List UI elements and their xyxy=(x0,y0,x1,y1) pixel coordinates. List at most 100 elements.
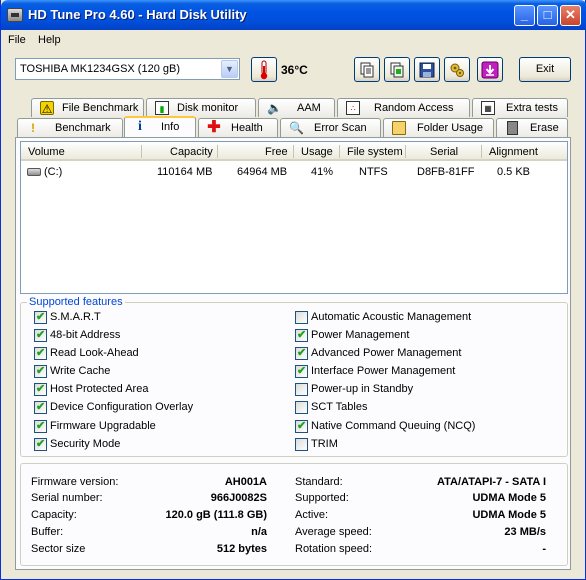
feature-label: Automatic Acoustic Management xyxy=(311,311,472,323)
error-scan-icon: 🔍 xyxy=(289,121,304,135)
feature-label: Advanced Power Management xyxy=(311,347,462,359)
cell-alignment: 0.5 KB xyxy=(497,166,531,178)
menu-bar: File Help xyxy=(1,30,585,50)
tab-aam[interactable]: 🔈 AAM xyxy=(258,98,335,117)
temperature-readout: 36°C xyxy=(281,63,308,77)
feature-label: Power Management xyxy=(311,329,410,341)
tab-disk-monitor[interactable]: ▮ Disk monitor xyxy=(146,98,256,117)
tab-erase[interactable]: Erase xyxy=(496,118,568,137)
detail-value-average-speed: 23 MB/s xyxy=(504,526,546,538)
column-free[interactable]: Free xyxy=(265,146,288,158)
tab-label: Folder Usage xyxy=(417,122,484,134)
info-icon: i xyxy=(138,119,142,134)
detail-label-firmware: Firmware version: xyxy=(31,476,119,488)
detail-label-sector-size: Sector size xyxy=(31,543,86,555)
detail-value-sector-size: 512 bytes xyxy=(216,543,267,555)
title-bar[interactable]: HD Tune Pro 4.60 - Hard Disk Utility _ □… xyxy=(1,0,586,30)
tab-error-scan[interactable]: 🔍 Error Scan xyxy=(280,118,381,137)
random-access-icon: ∴ xyxy=(346,101,360,115)
volume-list-header: Volume Capacity Free Usage File system S… xyxy=(21,142,567,161)
copy-text-icon[interactable] xyxy=(354,57,380,82)
tab-label: File Benchmark xyxy=(62,102,139,114)
tab-label: Error Scan xyxy=(314,122,367,134)
checkbox[interactable] xyxy=(34,419,47,433)
tab-random-access[interactable]: ∴ Random Access xyxy=(337,98,470,117)
checkbox[interactable] xyxy=(295,346,308,360)
checkbox[interactable] xyxy=(34,400,47,414)
cell-serial: D8FB-81FF xyxy=(417,166,475,178)
tab-file-benchmark[interactable]: ⚠ File Benchmark xyxy=(31,98,144,117)
feature-label: Firmware Upgradable xyxy=(50,420,156,432)
app-window: HD Tune Pro 4.60 - Hard Disk Utility _ □… xyxy=(0,0,586,580)
feature-label: Write Cache xyxy=(50,365,111,377)
cell-usage: 41% xyxy=(311,166,334,178)
checkbox[interactable] xyxy=(295,328,308,342)
checkbox[interactable] xyxy=(295,383,308,396)
tab-extra-tests[interactable]: ▦ Extra tests xyxy=(472,98,568,117)
feature-label: Native Command Queuing (NCQ) xyxy=(311,420,476,432)
tab-health[interactable]: ✚ Health xyxy=(198,118,278,137)
column-alignment[interactable]: Alignment xyxy=(489,146,538,158)
checkbox[interactable] xyxy=(295,311,308,324)
detail-label-average-speed: Average speed: xyxy=(295,526,372,538)
checkbox[interactable] xyxy=(34,382,47,396)
column-file-system[interactable]: File system xyxy=(347,146,403,158)
copy-screenshot-icon[interactable] xyxy=(384,57,410,82)
tab-label: Info xyxy=(161,121,180,133)
checkbox[interactable] xyxy=(34,346,47,360)
thermometer-icon[interactable] xyxy=(251,57,277,82)
maximize-button[interactable]: □ xyxy=(537,5,558,26)
extra-tests-icon: ▦ xyxy=(481,101,495,115)
hard-disk-app-icon xyxy=(7,8,23,22)
volume-list[interactable]: Volume Capacity Free Usage File system S… xyxy=(20,141,568,294)
health-icon: ✚ xyxy=(207,119,221,136)
feature-label: Security Mode xyxy=(50,438,121,450)
checkbox[interactable] xyxy=(295,438,308,451)
checkbox[interactable] xyxy=(34,364,47,378)
detail-label-capacity: Capacity: xyxy=(31,509,77,521)
tab-label: Extra tests xyxy=(506,102,558,114)
detail-value-standard: ATA/ATAPI-7 - SATA I xyxy=(437,476,546,488)
tab-label: Disk monitor xyxy=(177,102,239,114)
supported-features-group xyxy=(20,302,568,457)
feature-label: S.M.A.R.T xyxy=(50,311,101,323)
checkbox[interactable] xyxy=(295,364,308,378)
tab-benchmark[interactable]: ! Benchmark xyxy=(17,118,123,137)
tab-label: Random Access xyxy=(374,102,454,114)
detail-value-buffer: n/a xyxy=(251,526,267,538)
cell-volume: (C:) xyxy=(44,166,63,178)
checkbox[interactable] xyxy=(34,328,47,342)
drive-icon xyxy=(27,168,41,176)
save-icon[interactable] xyxy=(414,57,440,82)
supported-features-title: Supported features xyxy=(27,296,125,308)
feature-label: 48-bit Address xyxy=(50,329,121,341)
tab-label: Benchmark xyxy=(55,122,111,134)
menu-help[interactable]: Help xyxy=(38,34,61,46)
menu-file[interactable]: File xyxy=(8,34,26,46)
minimize-button[interactable]: _ xyxy=(514,5,535,26)
detail-label-active: Active: xyxy=(295,509,329,521)
detail-value-active: UDMA Mode 5 xyxy=(472,509,546,521)
column-serial[interactable]: Serial xyxy=(430,146,458,158)
checkbox[interactable] xyxy=(295,419,308,433)
checkbox[interactable] xyxy=(34,310,47,324)
tab-folder-usage[interactable]: Folder Usage xyxy=(383,118,494,137)
options-icon[interactable] xyxy=(444,57,470,82)
checkbox[interactable] xyxy=(295,401,308,414)
column-capacity[interactable]: Capacity xyxy=(170,146,213,158)
tab-info[interactable]: i Info xyxy=(124,116,196,137)
close-button[interactable]: ✕ xyxy=(560,5,581,26)
tab-label: Health xyxy=(231,122,263,134)
drive-select[interactable]: TOSHIBA MK1234GSX (120 gB) ▼ xyxy=(15,58,240,80)
benchmark-icon: ! xyxy=(31,121,35,135)
feature-label: SCT Tables xyxy=(311,401,368,413)
exit-button[interactable]: Exit xyxy=(519,57,571,82)
tab-label: AAM xyxy=(297,102,321,114)
drive-select-value: TOSHIBA MK1234GSX (120 gB) xyxy=(20,63,180,75)
detail-label-supported: Supported: xyxy=(295,492,349,504)
checkbox[interactable] xyxy=(34,437,47,451)
download-icon[interactable] xyxy=(477,57,503,82)
column-volume[interactable]: Volume xyxy=(28,146,65,158)
chevron-down-icon[interactable]: ▼ xyxy=(221,60,238,78)
column-usage[interactable]: Usage xyxy=(301,146,333,158)
